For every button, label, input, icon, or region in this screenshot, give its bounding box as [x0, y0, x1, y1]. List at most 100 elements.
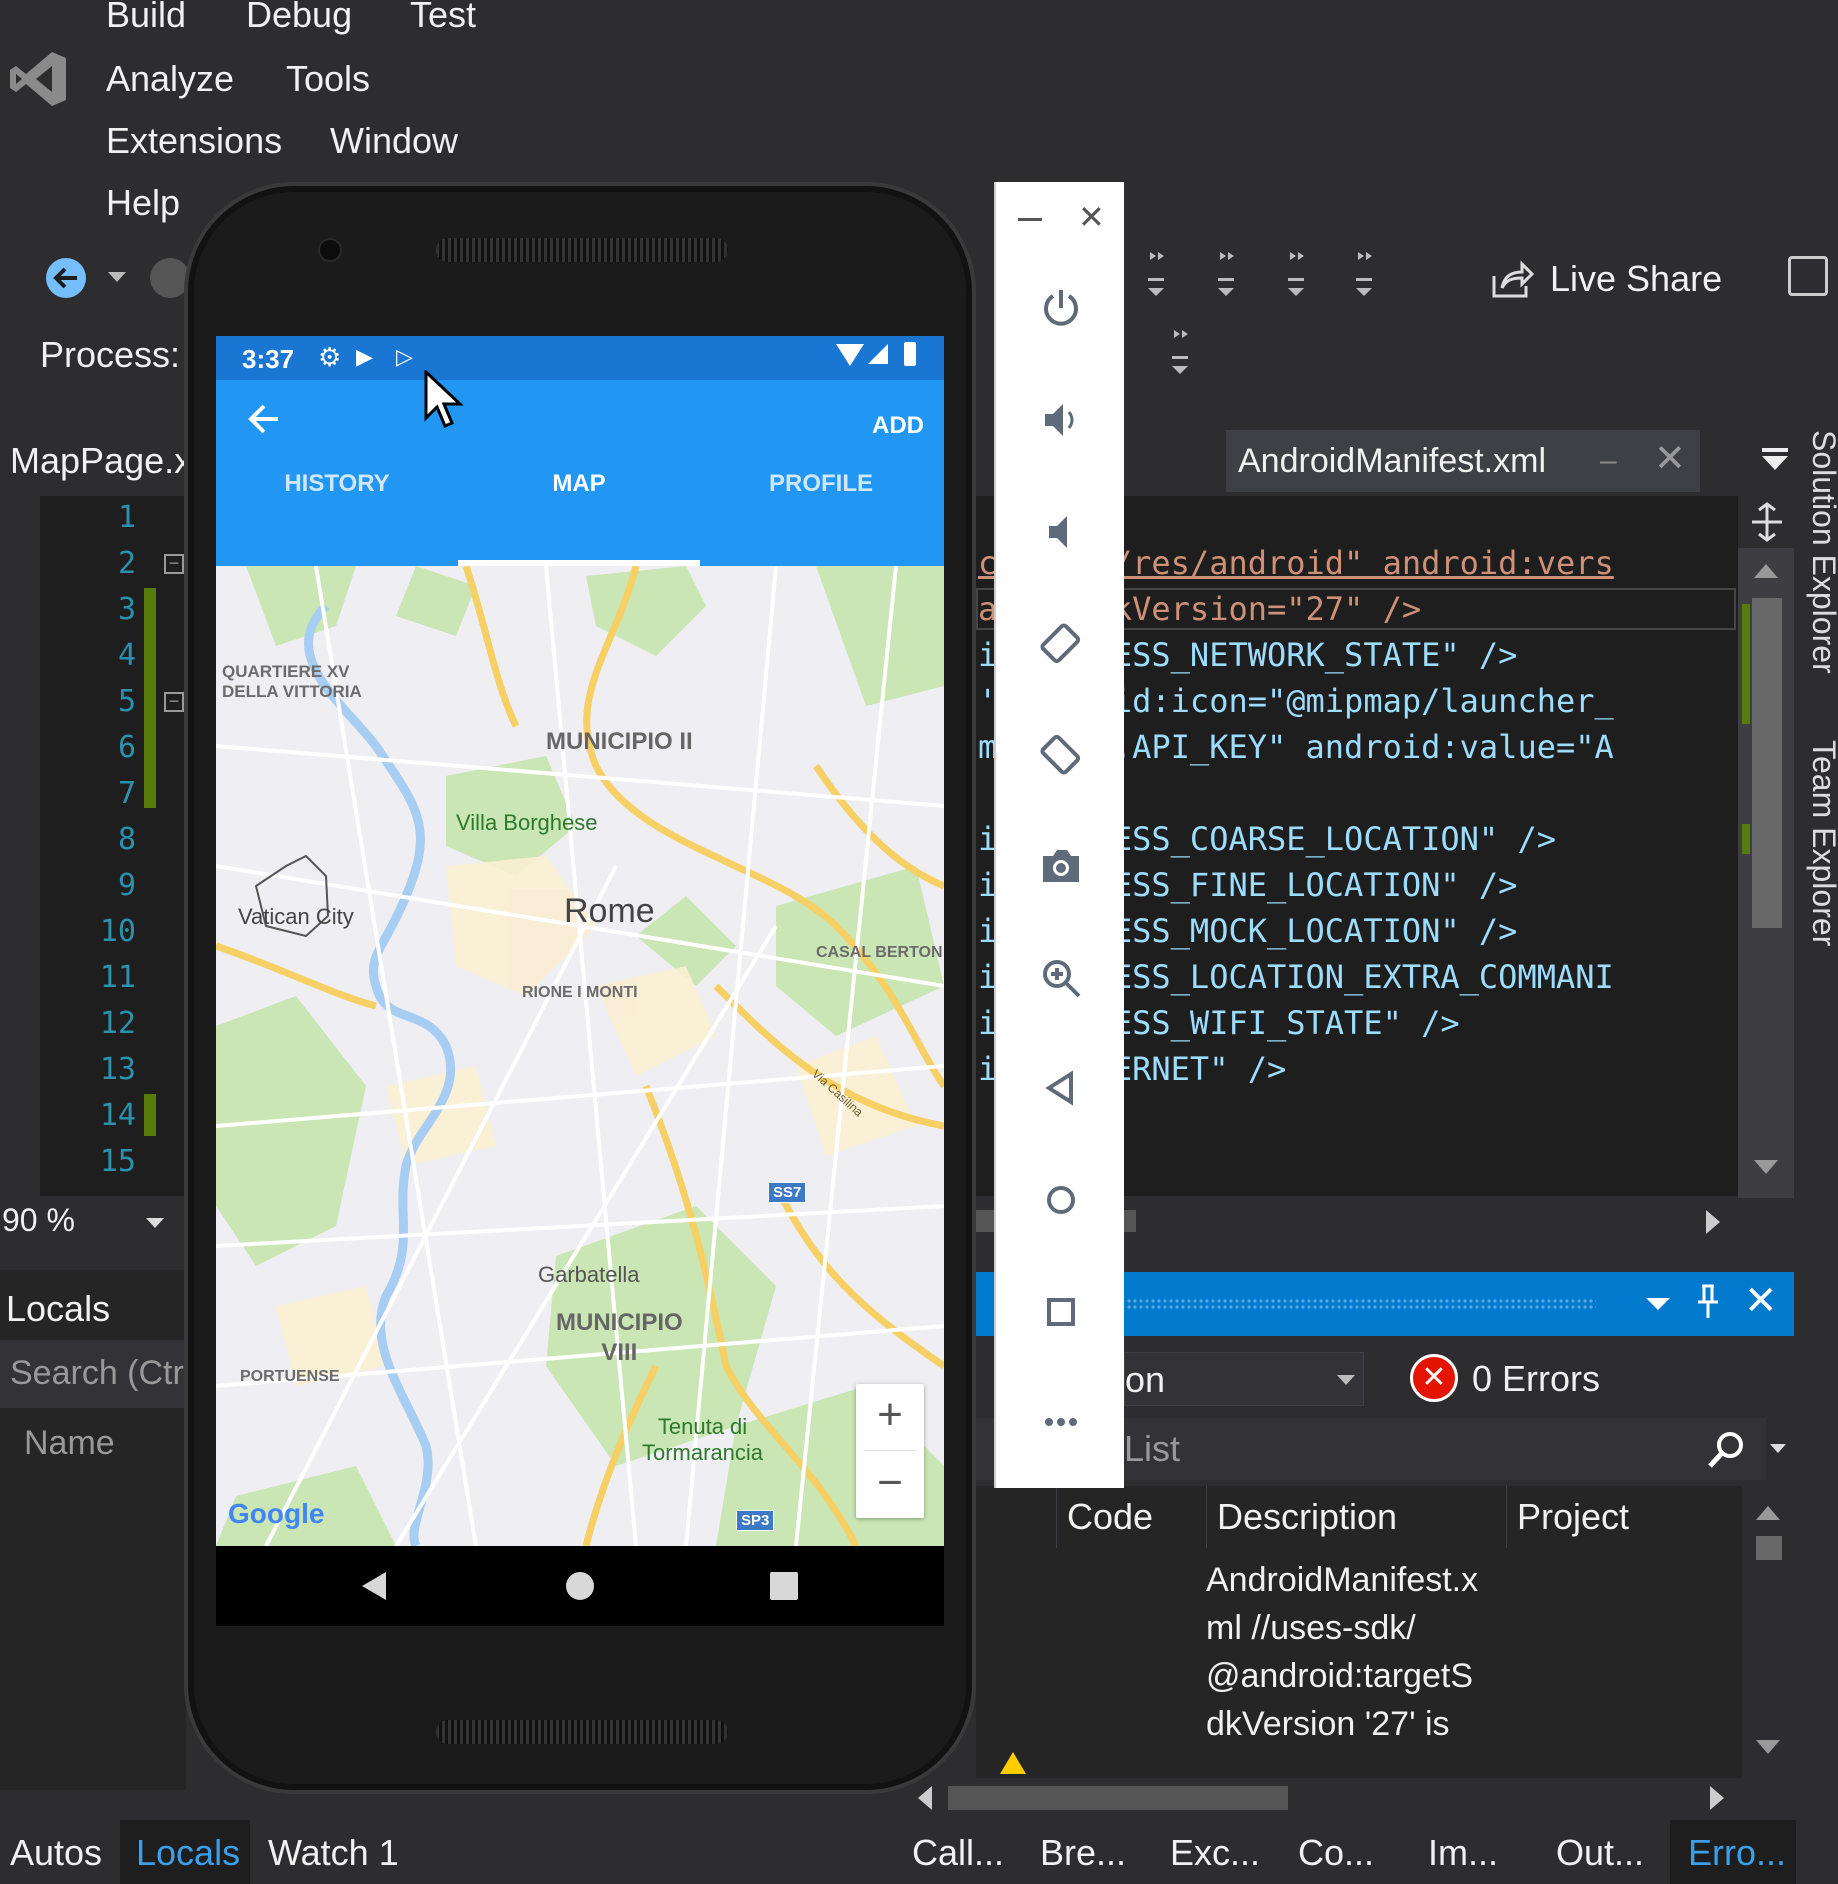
screenshot-button[interactable]	[996, 826, 1126, 906]
column-header-code[interactable]: Code	[1056, 1486, 1204, 1548]
scroll-up-icon[interactable]	[1756, 1506, 1780, 1520]
more-button[interactable]	[996, 1382, 1126, 1462]
menu-help[interactable]: Help	[106, 182, 180, 224]
pin-icon[interactable]: –	[1600, 444, 1617, 478]
error-description[interactable]: AndroidManifest.x ml //uses-sdk/ @androi…	[1206, 1556, 1506, 1748]
scroll-down-icon[interactable]	[1754, 1160, 1778, 1174]
scroll-up-icon[interactable]	[1754, 564, 1778, 578]
tab-history[interactable]: HISTORY	[216, 470, 458, 498]
home-button[interactable]	[996, 1160, 1126, 1240]
live-share-button[interactable]: Live Share	[1550, 258, 1722, 300]
scroll-right-icon[interactable]	[1706, 1210, 1720, 1234]
pin-icon[interactable]	[1696, 1284, 1720, 1325]
error-list-hscroll[interactable]	[900, 1778, 1742, 1818]
tab-profile[interactable]: PROFILE	[700, 470, 942, 498]
scrollbar-thumb[interactable]	[948, 1786, 1288, 1810]
tab-map[interactable]: MAP	[458, 470, 700, 498]
tab-command-window[interactable]: Co...	[1298, 1832, 1374, 1874]
menu-extensions[interactable]: Extensions	[106, 120, 282, 162]
android-nav-bar	[216, 1546, 944, 1626]
scroll-left-icon[interactable]	[918, 1786, 932, 1810]
navigate-back-button[interactable]	[46, 258, 86, 298]
map-view[interactable]: QUARTIERE XV DELLA VITTORIA MUNICIPIO II…	[216, 566, 944, 1546]
back-button[interactable]	[996, 1048, 1126, 1128]
close-emulator-button[interactable]: ✕	[1078, 198, 1105, 236]
error-list-vscroll[interactable]	[1742, 1486, 1794, 1786]
side-tab-team-explorer[interactable]: Team Explorer	[1806, 740, 1838, 980]
toolbar-overflow-icons[interactable]	[1146, 248, 1386, 304]
menu-tools[interactable]: Tools	[286, 58, 370, 100]
status-time: 3:37	[242, 344, 295, 374]
line-number: 4	[117, 638, 136, 673]
map-label-tenuta: Tenuta di Tormarancia	[642, 1414, 764, 1465]
scrollbar-thumb[interactable]	[1752, 598, 1782, 928]
rotate-right-button[interactable]	[996, 714, 1126, 794]
vertical-scrollbar[interactable]	[1738, 548, 1794, 1198]
nav-recents-icon[interactable]	[770, 1572, 798, 1600]
scrollbar-thumb[interactable]	[1756, 1536, 1782, 1560]
column-header-project[interactable]: Project	[1506, 1486, 1742, 1548]
close-icon[interactable]: ✕	[1744, 1278, 1778, 1324]
locals-name-header: Name	[24, 1424, 115, 1462]
tab-mappage[interactable]: MapPage.x	[10, 440, 192, 482]
scroll-right-icon[interactable]	[1710, 1786, 1724, 1810]
menu-debug[interactable]: Debug	[246, 0, 352, 36]
back-arrow-icon[interactable]	[246, 402, 280, 441]
tab-output[interactable]: Out...	[1556, 1832, 1644, 1874]
menu-analyze[interactable]: Analyze	[106, 58, 234, 100]
line-number: 6	[117, 730, 136, 765]
line-number: 9	[117, 868, 136, 903]
tab-locals[interactable]: Locals	[120, 1820, 250, 1884]
locals-title: Locals	[6, 1288, 111, 1329]
volume-up-icon	[1045, 404, 1074, 436]
volume-up-button[interactable]	[996, 380, 1126, 460]
minimize-button[interactable]	[1018, 218, 1042, 221]
power-button[interactable]	[996, 268, 1126, 348]
errors-filter-button[interactable]: ✕ 0 Errors	[1410, 1352, 1630, 1408]
tab-androidmanifest[interactable]: AndroidManifest.xml – ✕	[1226, 430, 1700, 492]
zoom-button[interactable]	[996, 938, 1126, 1018]
rotate-left-button[interactable]	[996, 604, 1126, 684]
menu-build[interactable]: Build	[106, 0, 186, 36]
add-button[interactable]: ADD	[872, 412, 924, 440]
phone-screen[interactable]: 3:37 ⚙ ▶ ▷ ADD HISTORY MAP PROFILE QUART…	[216, 336, 944, 1626]
tab-watch[interactable]: Watch 1	[268, 1832, 399, 1874]
zoom-dropdown[interactable]: 90 %	[0, 1198, 172, 1246]
line-number: 5	[117, 684, 136, 719]
split-editor-icon[interactable]	[1750, 502, 1784, 542]
close-tab-icon[interactable]: ✕	[1654, 436, 1686, 481]
outline-collapse-icon[interactable]: −	[164, 554, 184, 574]
search-icon[interactable]	[1706, 1430, 1746, 1475]
zoom-out-button[interactable]: −	[856, 1452, 924, 1518]
overview-button[interactable]	[996, 1272, 1126, 1352]
tab-error-list[interactable]: Erro...	[1670, 1820, 1796, 1884]
map-label-municipio-viii: MUNICIPIO VIII	[556, 1309, 683, 1366]
scope-dropdown[interactable]: on	[1124, 1352, 1364, 1406]
locals-search-input[interactable]: Search (Ctr	[0, 1340, 186, 1408]
tab-exception-settings[interactable]: Exc...	[1170, 1832, 1260, 1874]
google-logo: Google	[228, 1498, 325, 1529]
warning-icon	[1000, 1752, 1026, 1774]
zoom-in-button[interactable]: +	[856, 1384, 924, 1450]
feedback-icon[interactable]	[1788, 256, 1828, 296]
nav-home-icon[interactable]	[566, 1572, 594, 1600]
home-circle-icon	[1047, 1186, 1075, 1214]
tab-breakpoints[interactable]: Bre...	[1040, 1832, 1126, 1874]
toolbar-overflow-icon-2[interactable]	[1170, 326, 1190, 382]
tab-autos[interactable]: Autos	[10, 1832, 102, 1874]
scroll-down-icon[interactable]	[1756, 1740, 1780, 1754]
tab-call-stack[interactable]: Call...	[912, 1832, 1004, 1874]
chevron-down-icon[interactable]	[1770, 1444, 1786, 1453]
outline-collapse-icon[interactable]: −	[164, 692, 184, 712]
menu-window[interactable]: Window	[330, 120, 458, 162]
map-label-casal: CASAL BERTON	[816, 944, 943, 961]
volume-down-button[interactable]	[996, 492, 1126, 572]
menu-test[interactable]: Test	[410, 0, 476, 36]
tab-overflow-icon[interactable]	[1762, 446, 1788, 472]
tab-immediate[interactable]: Im...	[1428, 1832, 1498, 1874]
side-tab-solution-explorer[interactable]: Solution Explorer	[1806, 430, 1838, 710]
column-header-description[interactable]: Description	[1206, 1486, 1506, 1548]
chevron-down-icon[interactable]	[108, 272, 126, 282]
nav-back-icon[interactable]	[362, 1572, 386, 1600]
dropdown-icon[interactable]	[1646, 1298, 1670, 1310]
